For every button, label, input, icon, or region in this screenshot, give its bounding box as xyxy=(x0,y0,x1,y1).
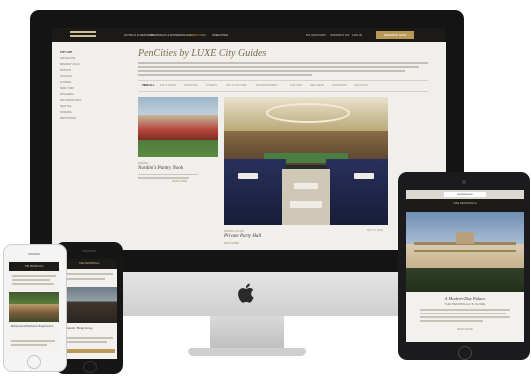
dining-table xyxy=(290,201,322,208)
card-image-restaurant[interactable] xyxy=(224,97,388,225)
tab-entertainment[interactable]: ENTERTAINMENT xyxy=(256,84,278,87)
card-category-tag: DINING xyxy=(138,161,149,165)
brand-logo[interactable]: THE PENINSULA xyxy=(61,262,117,265)
card-image-courtyard[interactable] xyxy=(138,97,218,157)
excerpt-line xyxy=(11,344,47,346)
tab-view-all[interactable]: VIEW ALL xyxy=(142,84,154,87)
category-tabs: VIEW ALL EAT & DRINK SHOPPING FITNESS AR… xyxy=(138,80,428,92)
card-read-more-link[interactable]: READ MORE xyxy=(224,242,239,245)
hotel-facade-detail xyxy=(414,250,516,252)
intro-paragraph xyxy=(138,62,428,76)
camera-icon xyxy=(462,180,466,184)
action-bar[interactable] xyxy=(63,349,115,353)
url-field[interactable]: peninsula.com xyxy=(444,192,486,197)
apple-logo-icon xyxy=(238,283,254,303)
card-read-more-link[interactable]: READ MORE xyxy=(172,180,187,183)
dining-table xyxy=(238,173,258,179)
tab-outdoors[interactable]: OUTDOORS xyxy=(332,84,347,87)
tab-fitness[interactable]: FITNESS xyxy=(206,84,217,87)
city-side-nav: CITY LIST ARLINGTON BEVERLY HILLS BOSTON… xyxy=(60,50,100,122)
tab-for-kids[interactable]: FOR KIDS xyxy=(290,84,302,87)
phone-website-screen: THE PENINSULA Hollywood Wellness Experie… xyxy=(9,262,59,352)
nav-login[interactable]: LOG IN xyxy=(352,33,362,37)
card-date: MAY 12, 2016 xyxy=(367,229,383,232)
hotel-hero-image[interactable] xyxy=(406,212,524,292)
side-nav-item[interactable]: WESTWOOD xyxy=(60,116,100,122)
excerpt-line xyxy=(63,337,113,339)
excerpt-line xyxy=(63,341,107,343)
dining-table xyxy=(294,183,318,189)
read-more-link[interactable]: READ MORE xyxy=(406,328,524,331)
card-title[interactable]: Private Party Hall xyxy=(224,234,261,239)
home-button[interactable] xyxy=(458,346,472,360)
nav-item-weddings[interactable]: WEDDINGS & EXPERIENCES xyxy=(150,33,192,37)
browser-url-bar: peninsula.com xyxy=(406,190,524,199)
article-excerpt xyxy=(420,309,510,324)
dining-floor xyxy=(282,169,330,225)
brand-logo[interactable]: THE PENINSULA xyxy=(406,201,524,205)
brand-logo[interactable] xyxy=(70,31,96,39)
intro-line xyxy=(12,283,54,285)
phone-navbar: THE PENINSULA xyxy=(9,262,59,271)
booth-seating-right xyxy=(326,159,388,225)
hotel-tower xyxy=(456,232,474,244)
tab-shopping[interactable]: SHOPPING xyxy=(184,84,198,87)
article-title[interactable]: Fantastic Hong Kong xyxy=(63,326,115,330)
tab-nightlife[interactable]: NIGHTLIFE xyxy=(354,84,368,87)
intro-line xyxy=(65,273,113,275)
card-excerpt xyxy=(138,174,198,181)
home-button[interactable] xyxy=(83,361,97,373)
phone-speaker xyxy=(82,250,96,252)
phone-navbar: THE PENINSULA xyxy=(61,259,117,269)
intro-line xyxy=(12,275,56,277)
nav-item-amenities[interactable]: AMENITIES xyxy=(212,33,228,37)
article-image[interactable] xyxy=(61,287,117,323)
intro-line xyxy=(12,279,50,281)
article-title[interactable]: A Modern-Day Palace xyxy=(406,296,524,301)
top-navbar: HOTELS & RESORTS WEDDINGS & EXPERIENCES … xyxy=(52,28,446,42)
card-category-tag: DINING NOOK xyxy=(224,229,245,233)
article-title[interactable]: Hollywood Wellness Experience xyxy=(11,324,57,328)
article-image[interactable] xyxy=(9,292,59,322)
page-title: PenCities by LUXE City Guides xyxy=(138,48,267,59)
phone-speaker xyxy=(28,253,40,255)
ceiling-light-ring xyxy=(266,103,350,123)
imac-stand-base xyxy=(188,348,306,356)
intro-line xyxy=(65,278,105,280)
tablet-navbar: THE PENINSULA xyxy=(406,199,524,212)
dining-table xyxy=(354,173,374,179)
tab-eat-drink[interactable]: EAT & DRINK xyxy=(160,84,176,87)
nav-my-account[interactable]: MY ACCOUNT xyxy=(306,33,326,37)
tab-wellness[interactable]: WELLNESS xyxy=(310,84,324,87)
excerpt-line xyxy=(11,340,55,342)
card-title[interactable]: Nardini's Pantry Nook xyxy=(138,166,183,171)
brand-logo[interactable]: THE PENINSULA xyxy=(9,265,59,268)
imac-stand xyxy=(210,316,284,352)
home-button[interactable] xyxy=(27,355,41,369)
nav-item-pencities[interactable]: PENCITIES xyxy=(190,33,206,37)
reserve-button[interactable]: RESERVE NOW xyxy=(376,31,414,39)
phone-website-screen: THE PENINSULA Fantastic Hong Kong xyxy=(61,259,117,359)
booth-seating-left xyxy=(224,159,286,225)
desktop-website-screen: HOTELS & RESORTS WEDDINGS & EXPERIENCES … xyxy=(52,28,446,250)
nav-contact[interactable]: CONTACT US xyxy=(330,33,349,37)
tab-art-culture[interactable]: ART & CULTURE xyxy=(226,84,246,87)
tablet-website-screen: peninsula.com THE PENINSULA A Modern-Day… xyxy=(406,190,524,342)
article-subtitle: THE PENINSULA'S GUIDE xyxy=(444,302,486,306)
